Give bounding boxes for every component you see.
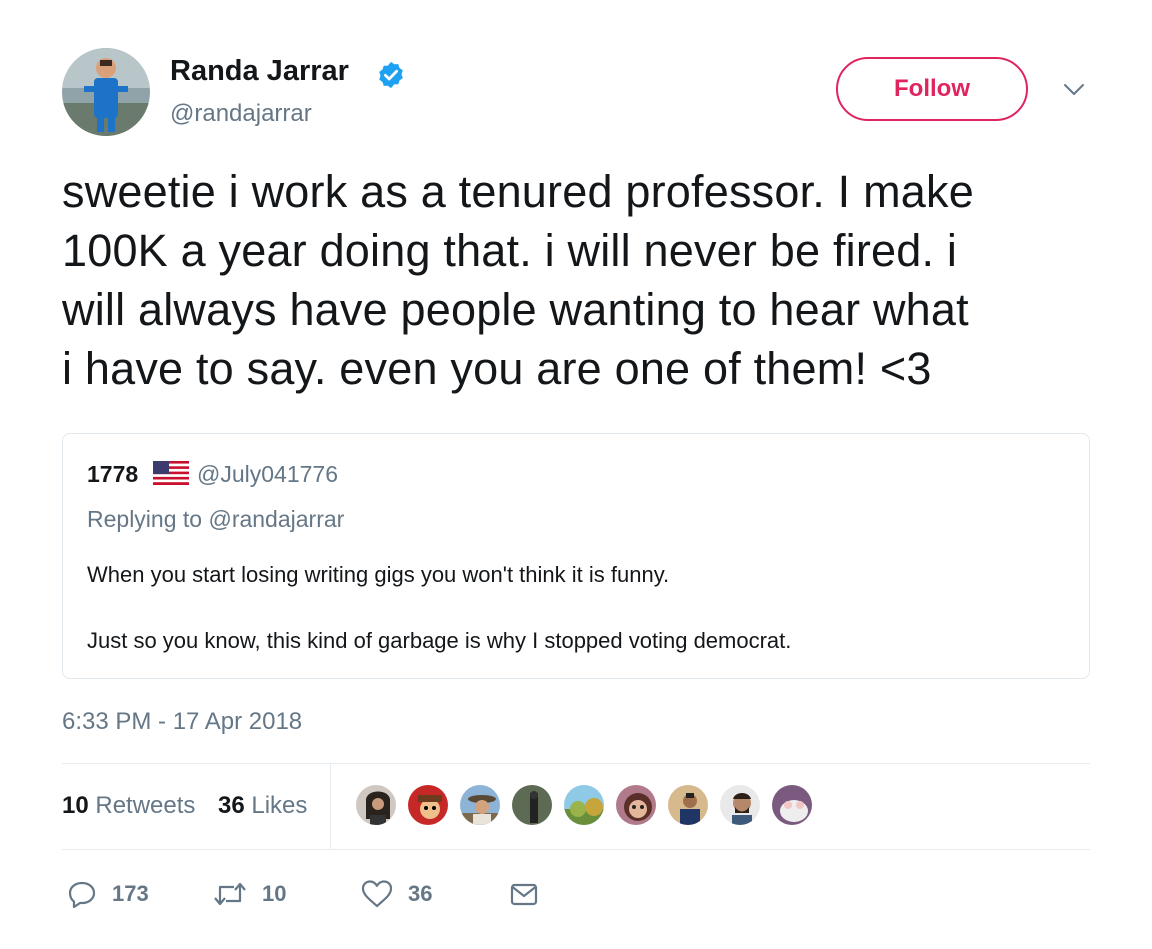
liker-avatar[interactable] xyxy=(510,783,554,827)
replying-prefix: Replying to xyxy=(87,506,203,532)
tweet-line: 100K a year doing that. i will never be … xyxy=(62,225,958,276)
liker-avatar[interactable] xyxy=(718,783,762,827)
retweet-icon xyxy=(214,882,246,906)
retweets-stat[interactable]: 10 Retweets xyxy=(62,792,195,820)
divider xyxy=(62,763,1090,764)
verified-badge-icon xyxy=(379,61,403,89)
reply-count: 173 xyxy=(112,881,149,906)
quoted-text-line: Just so you know, this kind of garbage i… xyxy=(87,628,792,653)
chevron-down-icon[interactable] xyxy=(1063,82,1085,98)
like-count: 36 xyxy=(408,881,433,906)
heart-icon xyxy=(361,880,393,908)
liker-avatar[interactable] xyxy=(770,783,814,827)
replying-handle-link[interactable]: @randajarrar xyxy=(208,506,344,532)
likes-label: Likes xyxy=(251,792,308,819)
quoted-text-line: When you start losing writing gigs you w… xyxy=(87,562,670,587)
quoted-author-handle: @July041776 xyxy=(197,461,338,487)
retweets-count: 10 xyxy=(62,792,89,819)
likes-stat[interactable]: 36 Likes xyxy=(218,792,307,820)
divider xyxy=(330,764,331,849)
envelope-icon xyxy=(510,883,538,906)
liker-avatar[interactable] xyxy=(562,783,606,827)
likes-count: 36 xyxy=(218,792,245,819)
tweet-line: sweetie i work as a tenured professor. I… xyxy=(62,166,974,217)
retweets-label: Retweets xyxy=(95,792,196,819)
replying-to: Replying to @randajarrar xyxy=(87,506,344,533)
us-flag-icon xyxy=(153,461,189,485)
retweet-count: 10 xyxy=(262,881,287,906)
tweet-text: sweetie i work as a tenured professor. I… xyxy=(62,162,1102,398)
author-name[interactable]: Randa Jarrar xyxy=(170,55,349,88)
like-action[interactable]: 36 xyxy=(360,878,432,910)
liker-avatar[interactable] xyxy=(614,783,658,827)
follow-button[interactable]: Follow xyxy=(836,57,1028,121)
liker-avatar[interactable] xyxy=(354,783,398,827)
retweet-action[interactable]: 10 xyxy=(212,878,286,910)
author-handle[interactable]: @randajarrar xyxy=(170,100,312,128)
author-avatar[interactable] xyxy=(62,48,150,136)
liker-avatar[interactable] xyxy=(666,783,710,827)
tweet-timestamp[interactable]: 6:33 PM - 17 Apr 2018 xyxy=(62,708,302,736)
reply-icon xyxy=(68,881,96,909)
tweet-line: will always have people wanting to hear … xyxy=(62,284,969,335)
reply-action[interactable]: 173 xyxy=(66,878,149,910)
avatar-image xyxy=(62,48,150,136)
divider xyxy=(62,849,1090,850)
direct-message-action[interactable] xyxy=(508,878,540,910)
quoted-author-name: 1778 xyxy=(87,461,139,487)
tweet-line: i have to say. even you are one of them!… xyxy=(62,343,932,394)
liker-avatar[interactable] xyxy=(406,783,450,827)
liker-avatar[interactable] xyxy=(458,783,502,827)
